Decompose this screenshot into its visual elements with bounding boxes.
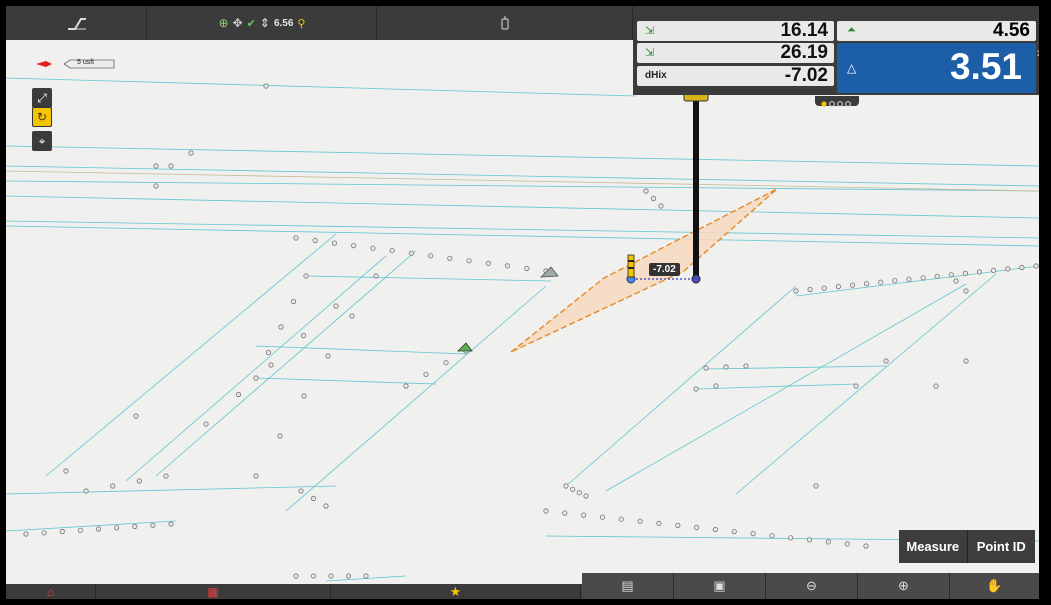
toolbox-icon: ▦ [207,584,219,599]
favorites-button[interactable]: ★ [331,584,581,599]
star-icon: ★ [449,583,462,599]
antenna-height-icon: ⇕ [259,16,270,30]
gnss-status-button[interactable]: ⊕ ✥ ✔ ⇕ 6.56 ⚲ [147,6,377,40]
point-id-button[interactable]: Point ID [968,530,1036,563]
app-screen: -7.02 ⊕ ✥ ✔ ⇕ 6.56 ⚲ ⇲ 16.14 ⇲ 26.19 dHi… [6,6,1039,599]
elevation-up-icon: ⏶ [847,24,856,36]
cut-triangle-icon: △ [847,61,857,75]
select-tool-button[interactable]: ⌖ [32,131,52,151]
east-arrow-icon: ⇲ [645,47,655,59]
document-icon: ▣ [713,578,726,593]
measure-tape-icon: ⚲ [297,17,306,30]
satellite-icon: ✥ [232,16,243,30]
home-icon: ⌂ [46,584,55,599]
dhix-value: -7.02 [784,65,828,86]
zoom-out-icon: ⊖ [806,578,817,593]
rotate-icon: ↻ [36,110,48,124]
rover-icon: ⊕ [218,16,229,30]
stakeout-readout-panel[interactable]: ⇲ 16.14 ⇲ 26.19 dHix -7.02 ⏶ 4.56 △ 3.51… [633,11,1039,107]
expand-icon: ⤢ [37,90,47,105]
measure-action-bar: Measure Point ID [899,530,1035,563]
dhix-label: dHix [645,70,667,81]
gps-height-value: 6.56 [273,17,294,29]
north-arrow-icon: ⇲ [645,25,655,37]
controller-status-button[interactable] [377,6,633,40]
zoom-in-button[interactable]: ⊕ [858,573,950,599]
cut-fill-display: △ 3.51 [837,43,1036,93]
crosshair-icon: ⌖ [38,133,46,148]
view-button[interactable]: ▣ [674,573,766,599]
cut-fill-value: 3.51 [949,46,1022,87]
target-value-label: -7.02 [649,263,680,276]
expand-chevron-icon[interactable]: › [1036,44,1039,60]
rotate-view-button[interactable]: ↻ [32,107,52,127]
easting-delta-value: 26.19 [780,42,828,63]
northing-delta-value: 16.14 [780,20,828,41]
layers-icon: ▤ [621,578,634,593]
scale-label: 5 usft [77,59,95,66]
layers-button[interactable]: ▤ [582,573,674,599]
profile-view-button[interactable] [6,6,147,40]
elevation-small-value: 4.56 [993,20,1030,41]
page-indicator[interactable] [815,96,859,107]
profile-slope-icon [6,6,147,40]
northing-delta-row: ⇲ 16.14 [637,21,834,41]
elevation-small-row: ⏶ 4.56 [837,21,1036,41]
scale-bar: 5 usft [34,58,118,70]
zoom-extents-button[interactable]: ⤢ [32,88,52,108]
radio-icon [377,6,633,40]
easting-delta-row: ⇲ 26.19 [637,43,834,63]
hand-icon: ✋ [986,578,1003,593]
pan-button[interactable]: ✋ [950,573,1039,599]
home-button[interactable]: ⌂ [6,584,96,599]
zoom-out-button[interactable]: ⊖ [766,573,858,599]
zoom-in-icon: ⊕ [898,578,909,593]
map-toolbar: ▤ ▣ ⊖ ⊕ ✋ [582,573,1039,599]
tools-button[interactable]: ▦ [96,584,331,599]
measure-button[interactable]: Measure [899,530,968,563]
fix-ok-icon: ✔ [246,17,256,30]
dhix-row: dHix -7.02 [637,66,834,86]
